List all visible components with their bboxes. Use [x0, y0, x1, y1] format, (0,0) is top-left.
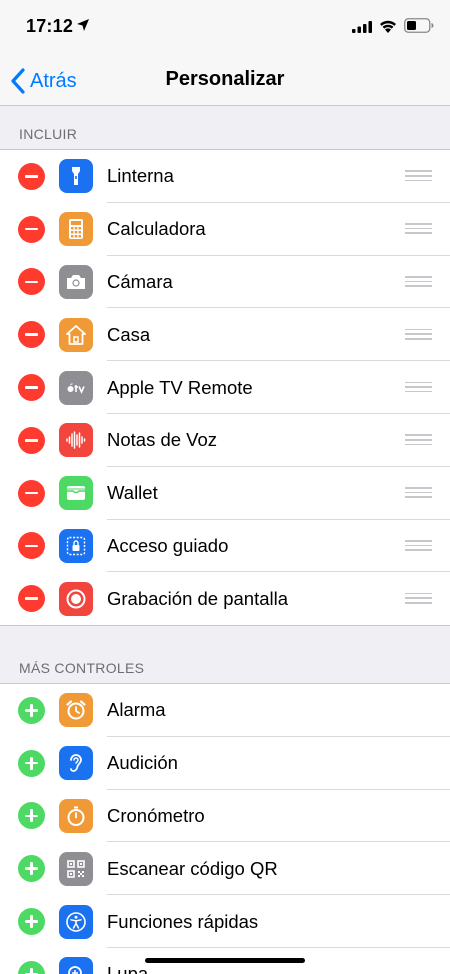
control-label: Lupa	[107, 963, 149, 974]
reorder-handle[interactable]	[405, 434, 432, 446]
status-time: 17:12	[26, 16, 74, 36]
control-label: Grabación de pantalla	[107, 587, 289, 609]
add-button[interactable]	[18, 802, 45, 830]
control-label: Audición	[107, 752, 178, 774]
included-row: Linterna	[0, 150, 450, 203]
included-row: Notas de Voz	[0, 414, 450, 467]
accessibility-icon	[59, 904, 93, 939]
control-label: Acceso guiado	[107, 534, 229, 556]
reorder-handle[interactable]	[405, 223, 432, 235]
add-button[interactable]	[18, 855, 45, 883]
section-header-more: MÁS CONTROLES	[19, 660, 145, 676]
control-label: Escanear código QR	[107, 857, 278, 879]
included-row: Wallet	[0, 467, 450, 520]
included-row: Acceso guiado	[0, 520, 450, 573]
remove-button[interactable]	[18, 479, 45, 507]
section-header-include: INCLUIR	[19, 126, 78, 142]
more-row: Funciones rápidas	[0, 895, 450, 948]
home-indicator[interactable]	[145, 958, 305, 963]
stopwatch-icon	[59, 798, 93, 833]
reorder-handle[interactable]	[405, 381, 432, 394]
remove-button[interactable]	[18, 321, 45, 349]
control-label: Wallet	[107, 482, 158, 504]
add-button[interactable]	[18, 960, 45, 974]
control-label: Cronómetro	[107, 804, 205, 826]
battery-icon	[404, 18, 434, 33]
remove-button[interactable]	[18, 374, 45, 402]
remove-button[interactable]	[18, 426, 45, 454]
add-button[interactable]	[18, 696, 45, 724]
control-label: Calculadora	[107, 218, 206, 240]
control-label: Funciones rápidas	[107, 910, 259, 932]
included-row: Cámara	[0, 256, 450, 309]
reorder-handle[interactable]	[405, 275, 432, 288]
included-row: Grabación de pantalla	[0, 572, 450, 625]
flashlight-icon	[59, 159, 93, 194]
reorder-handle[interactable]	[405, 487, 432, 499]
control-label: Cámara	[107, 270, 173, 292]
control-label: Alarma	[107, 699, 166, 721]
more-row: Escanear código QR	[0, 842, 450, 896]
control-label: Apple TV Remote	[107, 376, 253, 398]
calculator-icon	[59, 212, 93, 247]
control-label: Casa	[107, 323, 151, 345]
reorder-handle[interactable]	[405, 539, 432, 552]
hearing-icon	[59, 746, 93, 781]
more-row: Audición	[0, 737, 450, 790]
cellular-signal-icon	[352, 21, 372, 33]
remove-button[interactable]	[18, 532, 45, 560]
magnifier-icon	[59, 957, 93, 974]
more-controls-list: Alarma Audición Cronómetro Escanear códi…	[0, 683, 450, 974]
reorder-handle[interactable]	[405, 592, 432, 605]
add-button[interactable]	[18, 749, 45, 777]
remove-button[interactable]	[18, 162, 45, 190]
more-row: Cronómetro	[0, 790, 450, 843]
remove-button[interactable]	[18, 215, 45, 243]
qr-code-icon	[59, 851, 93, 886]
page-title: Personalizar	[165, 68, 285, 90]
camera-icon	[59, 264, 93, 299]
control-label: Notas de Voz	[107, 429, 218, 451]
alarm-icon	[59, 693, 93, 728]
wallet-icon	[59, 476, 93, 511]
remove-button[interactable]	[18, 268, 45, 296]
included-row: Apple TV Remote	[0, 361, 450, 414]
reorder-handle[interactable]	[405, 328, 432, 341]
remove-button[interactable]	[18, 585, 45, 613]
navigation-bar: Atrás Personalizar	[0, 56, 450, 106]
status-bar: 17:12	[0, 0, 450, 56]
included-row: Calculadora	[0, 203, 450, 256]
included-controls-list: Linterna Calculadora Cámara Casa Apple T…	[0, 149, 450, 627]
voice-memos-icon	[59, 423, 93, 458]
wifi-icon	[380, 20, 396, 33]
apple-tv-icon	[59, 370, 93, 405]
home-icon	[59, 317, 93, 352]
location-arrow-icon	[77, 19, 89, 31]
more-row: Alarma	[0, 684, 450, 737]
control-label: Linterna	[107, 165, 174, 187]
add-button[interactable]	[18, 908, 45, 936]
guided-access-icon	[59, 528, 93, 563]
screen-recording-icon	[59, 581, 93, 616]
included-row: Casa	[0, 308, 450, 362]
reorder-handle[interactable]	[405, 170, 432, 182]
